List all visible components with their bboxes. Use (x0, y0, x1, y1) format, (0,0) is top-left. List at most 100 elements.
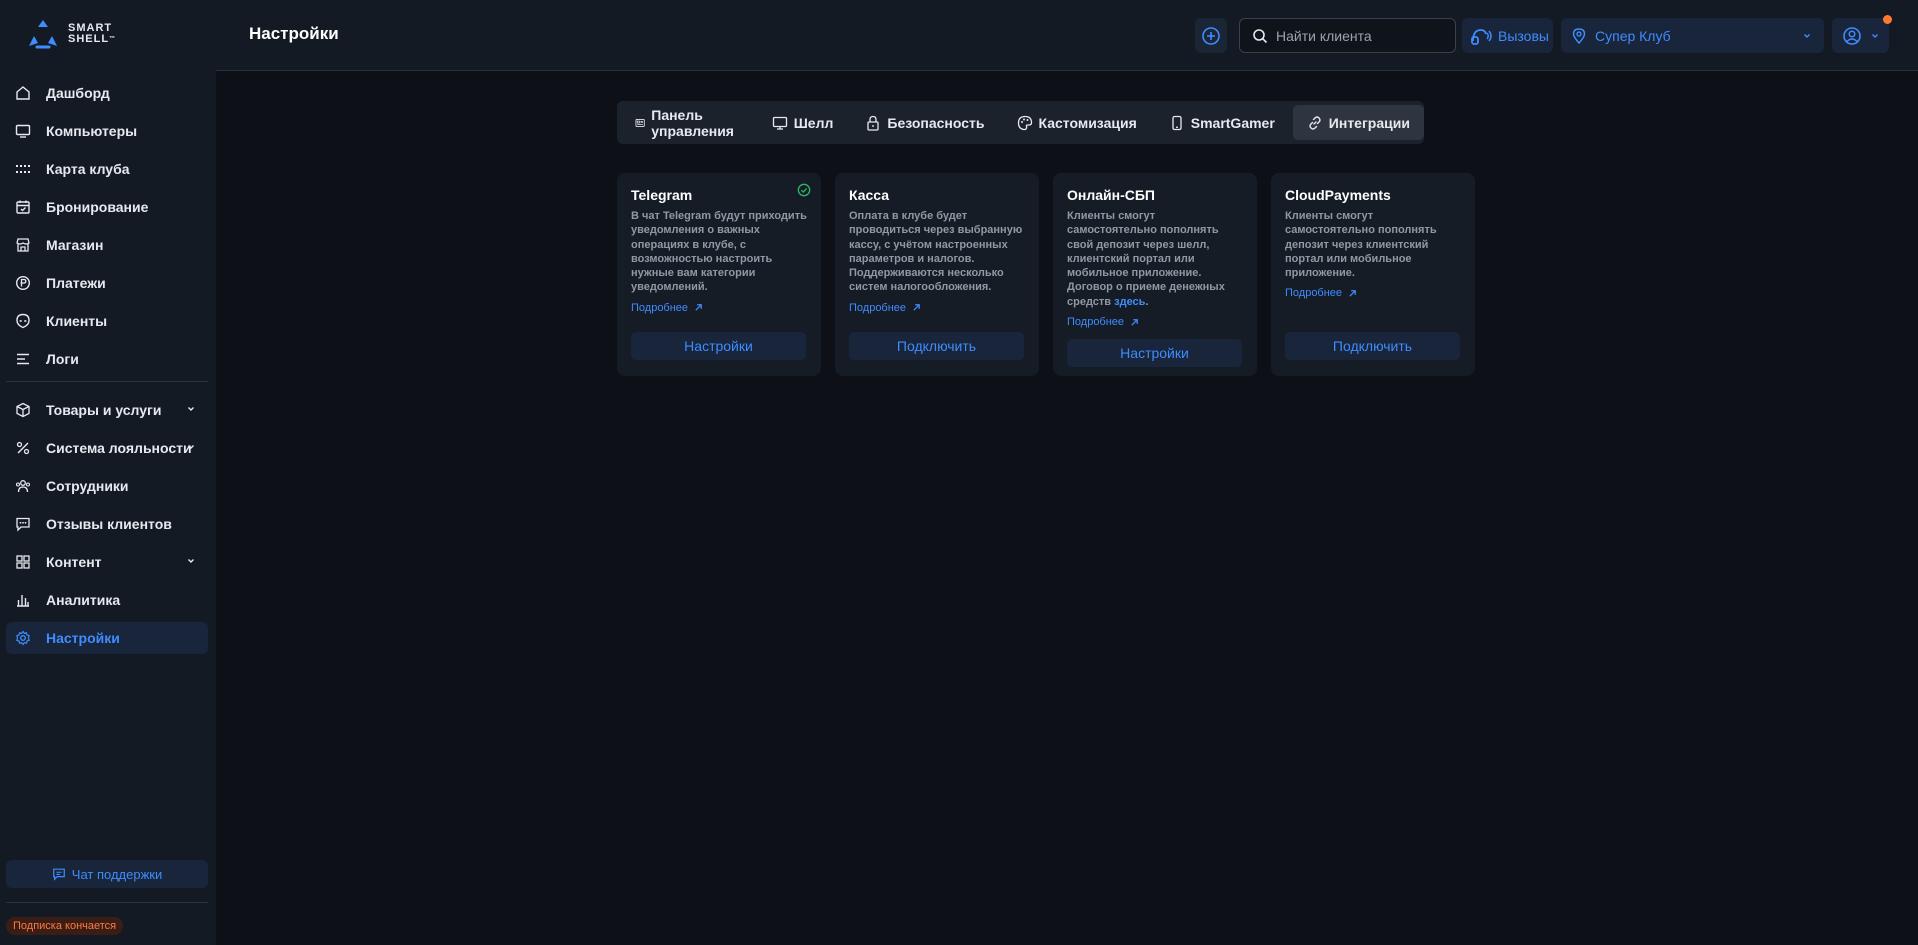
calendar-icon (14, 198, 32, 216)
more-link-label: Подробнее (1067, 316, 1125, 329)
sidebar-item-analytics[interactable]: Аналитика (6, 584, 208, 616)
palette-icon (1017, 115, 1032, 130)
sidebar-item-computers[interactable]: Компьютеры (6, 115, 208, 147)
user-menu-button[interactable] (1832, 15, 1892, 53)
tab-security[interactable]: Безопасность (851, 105, 998, 140)
sidebar-item-store[interactable]: Магазин (6, 229, 208, 261)
page-title: Настройки (249, 24, 339, 43)
sidebar-item-settings[interactable]: Настройки (6, 622, 208, 654)
settings-tabs: Панель управления Шелл Безопасность Каст… (617, 101, 1424, 144)
grid-dots-icon (14, 160, 32, 178)
card-title: Касса (849, 187, 890, 203)
arrow-up-right-icon (913, 304, 920, 311)
sidebar-item-logs[interactable]: Логи (6, 343, 208, 375)
cloudpayments-connect-button[interactable]: Подключить (1285, 332, 1460, 360)
sidebar-item-dashboard[interactable]: Дашборд (6, 77, 208, 109)
more-link[interactable]: Подробнее (1285, 287, 1357, 299)
sidebar-item-reviews[interactable]: Отзывы клиентов (6, 508, 208, 540)
users-icon (14, 477, 32, 495)
check-circle-icon (797, 183, 811, 197)
card-title: CloudPayments (1285, 187, 1391, 203)
box-icon (14, 401, 32, 419)
tab-label: Панель управления (651, 106, 734, 139)
sidebar-item-payments[interactable]: Платежи (6, 267, 208, 299)
chevron-down-icon (188, 559, 194, 563)
monitor-icon (772, 116, 787, 130)
notification-dot (1883, 15, 1892, 24)
sidebar-item-staff[interactable]: Сотрудники (6, 470, 208, 502)
bar-chart-icon (14, 591, 32, 609)
logo-line-2: SHELL™ (68, 34, 116, 45)
sbp-settings-button[interactable]: Настройки (1067, 339, 1242, 367)
more-link-label: Подробнее (849, 301, 907, 314)
sidebar-item-club-map[interactable]: Карта клуба (6, 153, 208, 185)
tab-integrations[interactable]: Интеграции (1292, 105, 1424, 140)
client-search[interactable] (1239, 18, 1456, 53)
card-title: Онлайн-СБП (1067, 187, 1155, 203)
search-icon (1253, 28, 1268, 43)
sidebar-item-content[interactable]: Контент (6, 546, 208, 578)
arrow-up-right-icon (1349, 290, 1356, 297)
tab-control-panel[interactable]: Панель управления (621, 105, 754, 140)
calls-label: Вызовы (1498, 27, 1549, 44)
link-icon (1309, 115, 1321, 130)
more-link[interactable]: Подробнее (849, 302, 921, 314)
sidebar-item-loyalty[interactable]: Система лояльности (6, 432, 208, 464)
logo[interactable]: SMART SHELL™ (26, 16, 116, 52)
nav-divider (6, 381, 208, 382)
tab-customization[interactable]: Кастомизация (1003, 105, 1151, 140)
monitor-icon (14, 122, 32, 140)
sidebar-item-label: Аналитика (46, 592, 121, 608)
sidebar-item-label: Товары и услуги (46, 402, 162, 418)
sidebar-item-label: Карта клуба (46, 161, 130, 177)
logo-line-2-text: SHELL (68, 33, 110, 45)
chevron-down-icon (188, 445, 194, 449)
logo-text: SMART SHELL™ (68, 23, 116, 45)
more-link[interactable]: Подробнее (631, 302, 703, 314)
support-chat-button[interactable]: Чат поддержки (6, 860, 208, 888)
sidebar-item-booking[interactable]: Бронирование (6, 191, 208, 223)
gear-icon (14, 629, 32, 647)
sidebar-item-goods[interactable]: Товары и услуги (6, 394, 208, 426)
calls-button[interactable]: Вызовы (1462, 18, 1553, 53)
more-link-label: Подробнее (631, 301, 689, 314)
home-icon (14, 84, 32, 102)
card-description: В чат Telegram будут приходить уведомлен… (631, 210, 807, 294)
alien-head-icon (14, 312, 32, 330)
more-link[interactable]: Подробнее (1067, 316, 1139, 328)
phone-icon (1172, 115, 1182, 130)
sidebar-item-label: Дашборд (46, 85, 110, 101)
tab-label: Кастомизация (1038, 114, 1137, 131)
user-avatar-icon (1842, 26, 1861, 45)
telegram-settings-button[interactable]: Настройки (631, 332, 806, 360)
plus-circle-icon (1202, 26, 1220, 45)
sidebar-item-clients[interactable]: Клиенты (6, 305, 208, 337)
sidebar-item-label: Контент (46, 554, 102, 570)
card-description: Клиенты смогут самостоятельно пополнять … (1067, 209, 1243, 309)
club-select[interactable]: Супер Клуб (1561, 18, 1824, 53)
search-input[interactable] (1276, 27, 1446, 44)
panel-icon (635, 118, 645, 127)
sidebar-nav: Дашборд Компьютеры Карта клуба Бронирова… (6, 77, 208, 660)
sidebar-item-label: Отзывы клиентов (46, 516, 172, 532)
app-root: SMART SHELL™ Дашборд Компьютеры Карта кл… (0, 0, 1918, 945)
chat-icon (14, 515, 32, 533)
contract-link[interactable]: здесь (1114, 296, 1145, 308)
tiles-icon (14, 553, 32, 571)
logo-trademark: ™ (109, 36, 117, 42)
top-header: Настройки Вызовы Супер Клуб (216, 0, 1918, 71)
card-description-text: Клиенты смогут самостоятельно пополнять … (1067, 210, 1225, 308)
sidebar-item-label: Сотрудники (46, 478, 129, 494)
list-icon (14, 350, 32, 368)
percent-icon (14, 439, 32, 457)
card-description-end: . (1145, 295, 1149, 308)
sidebar-item-label: Система лояльности (46, 440, 192, 456)
tab-shell[interactable]: Шелл (758, 105, 848, 140)
add-button[interactable] (1195, 18, 1227, 53)
subscription-expiring-badge[interactable]: Подписка кончается (6, 917, 124, 935)
tab-label: Безопасность (887, 114, 985, 131)
sidebar-item-label: Магазин (46, 237, 104, 253)
kassa-connect-button[interactable]: Подключить (849, 332, 1024, 360)
sidebar-bottom-divider (6, 902, 208, 903)
tab-smartgamer[interactable]: SmartGamer (1155, 105, 1289, 140)
